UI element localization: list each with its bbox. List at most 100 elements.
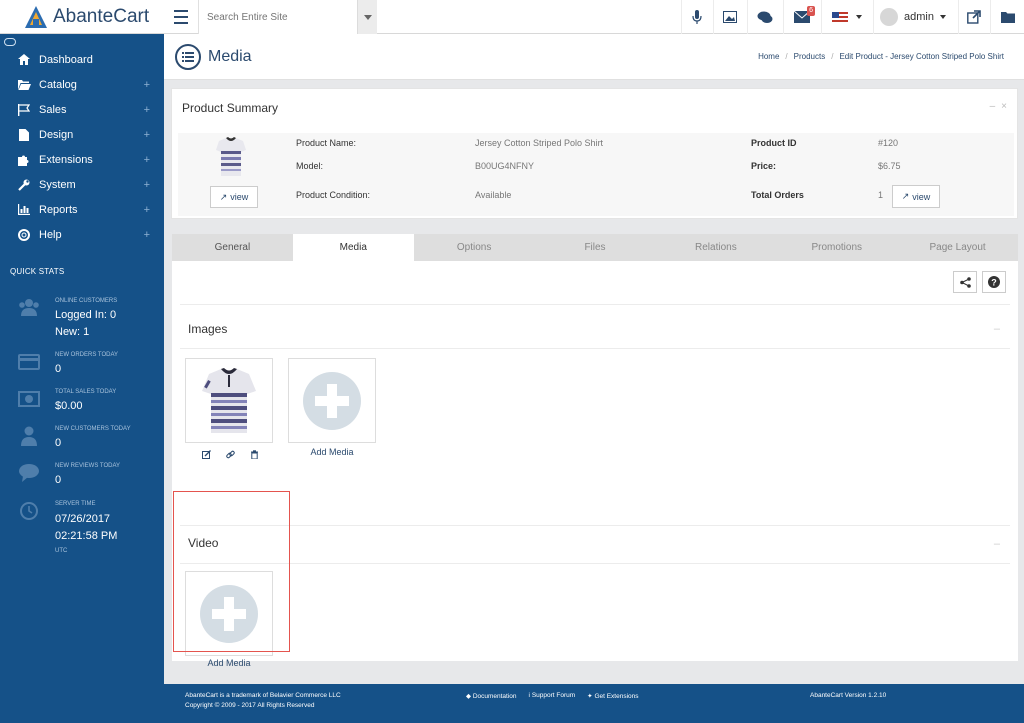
footer-version: AbanteCart Version 1.2.10 — [810, 692, 887, 699]
footer: AbanteCart is a trademark of Belavier Co… — [164, 684, 1024, 723]
product-tabs: General Media Options Files Relations Pr… — [172, 234, 1018, 261]
microphone-button[interactable] — [681, 0, 711, 34]
sidebar-item-help[interactable]: Help + — [0, 222, 164, 247]
product-summary-title: Product Summary — [182, 101, 279, 115]
stat-label: TOTAL SALES TODAY — [55, 389, 117, 395]
menu-toggle-button[interactable] — [170, 7, 192, 27]
sidebar-item-reports[interactable]: Reports + — [0, 197, 164, 222]
tab-files[interactable]: Files — [535, 234, 656, 261]
stat-label: NEW REVIEWS TODAY — [55, 463, 121, 469]
search-input[interactable] — [199, 0, 358, 34]
sidebar-collapse-toggle[interactable] — [4, 38, 16, 46]
stat-server-time: SERVER TIME 07/26/2017 02:21:58 PM UTC — [0, 499, 164, 559]
footer-trademark: AbanteCart is a trademark of Belavier Co… — [185, 692, 341, 699]
page-header: Media Home / Products / Edit Product - J… — [164, 34, 1024, 80]
trash-icon[interactable] — [250, 450, 259, 459]
top-bar: AbanteCart 6 admin — [0, 0, 1024, 34]
condition-value: Available — [475, 190, 512, 200]
sidebar-item-dashboard[interactable]: Dashboard — [0, 47, 164, 72]
tab-relations[interactable]: Relations — [655, 234, 776, 261]
product-summary-panel: Product Summary – × ↗ view Product Name:… — [171, 88, 1018, 219]
sidebar-item-label: Help — [39, 228, 62, 241]
messages-badge: 6 — [807, 6, 815, 16]
clock-icon — [20, 502, 38, 520]
help-button[interactable]: ? — [982, 271, 1006, 293]
tab-general[interactable]: General — [172, 234, 293, 261]
view-orders-button[interactable]: ↗ view — [892, 185, 940, 208]
add-image-label[interactable]: Add Media — [288, 447, 376, 457]
avatar — [880, 8, 898, 26]
puzzle-icon: ✦ — [587, 693, 593, 700]
lifebuoy-icon — [17, 228, 31, 241]
expand-icon: + — [143, 203, 150, 216]
caret-down-icon — [939, 15, 946, 19]
close-icon[interactable]: × — [1001, 101, 1007, 112]
product-name-value: Jersey Cotton Striped Polo Shirt — [475, 138, 604, 148]
stat-new-reviews: NEW REVIEWS TODAY 0 — [0, 461, 164, 495]
total-orders-label: Total Orders — [751, 190, 804, 200]
home-icon — [17, 54, 31, 66]
price-value: $6.75 — [878, 161, 901, 171]
footer-link-label: Documentation — [472, 693, 517, 700]
sidebar-item-system[interactable]: System + — [0, 172, 164, 197]
image-icon — [722, 11, 737, 23]
video-minimize-icon[interactable]: – — [994, 538, 1000, 550]
tab-media[interactable]: Media — [292, 234, 414, 261]
sidebar-item-label: Reports — [39, 203, 78, 216]
stat-value: 0 — [55, 437, 62, 449]
us-flag-icon — [831, 12, 848, 22]
sidebar-item-label: System — [39, 178, 76, 191]
sidebar-item-design[interactable]: Design + — [0, 122, 164, 147]
product-image-thumbnail[interactable] — [185, 358, 273, 443]
users-icon — [19, 299, 39, 316]
share-button[interactable] — [953, 271, 977, 293]
stat-new-customers: NEW CUSTOMERS TODAY 0 — [0, 424, 164, 458]
footer-extensions-link[interactable]: ✦ Get Extensions — [587, 692, 638, 700]
tab-promotions[interactable]: Promotions — [776, 234, 897, 261]
logo[interactable]: AbanteCart — [0, 0, 164, 34]
info-icon: i — [528, 692, 530, 699]
add-video-label[interactable]: Add Media — [185, 658, 273, 668]
footer-documentation-link[interactable]: ◆ Documentation — [466, 692, 517, 700]
link-icon[interactable] — [226, 450, 235, 459]
sidebar-item-label: Dashboard — [39, 53, 93, 66]
page-title: Media — [208, 48, 252, 65]
stat-label: NEW ORDERS TODAY — [55, 352, 119, 358]
breadcrumb-separator: / — [831, 52, 834, 61]
tab-page-layout[interactable]: Page Layout — [897, 234, 1018, 261]
breadcrumb-home[interactable]: Home — [758, 52, 779, 61]
user-menu[interactable]: admin — [873, 0, 958, 34]
product-summary-body: ↗ view Product Name: Jersey Cotton Strip… — [178, 133, 1014, 216]
search-dropdown-button[interactable] — [357, 0, 377, 34]
comment-icon — [19, 464, 39, 482]
sidebar-item-sales[interactable]: Sales + — [0, 97, 164, 122]
user-icon — [21, 426, 37, 446]
add-image-button[interactable] — [288, 358, 376, 443]
messages-button[interactable]: 6 — [783, 0, 819, 34]
images-minimize-icon[interactable]: – — [994, 323, 1000, 335]
condition-label: Product Condition: — [296, 190, 371, 200]
open-storefront-button[interactable] — [958, 0, 988, 34]
language-selector[interactable] — [821, 0, 871, 34]
model-value: B00UG4NFNY — [475, 161, 535, 171]
sidebar-item-catalog[interactable]: Catalog + — [0, 72, 164, 97]
minimize-icon[interactable]: – — [990, 101, 996, 112]
media-manager-button[interactable] — [713, 0, 745, 34]
edit-icon[interactable] — [202, 450, 211, 459]
view-product-button[interactable]: ↗ view — [210, 186, 258, 208]
folder-icon — [1000, 12, 1015, 23]
stat-logged-in: Logged In: 0 — [55, 309, 117, 321]
abantecart-logo-icon — [25, 6, 47, 28]
file-manager-button[interactable] — [990, 0, 1024, 34]
polo-shirt-image — [202, 367, 256, 433]
footer-support-link[interactable]: i Support Forum — [529, 692, 576, 700]
stat-value: 0 — [55, 474, 62, 486]
chat-button[interactable] — [747, 0, 781, 34]
tab-options[interactable]: Options — [414, 234, 535, 261]
product-thumbnail[interactable] — [215, 137, 247, 177]
breadcrumb-products[interactable]: Products — [794, 52, 826, 61]
stat-new: New: 1 — [55, 326, 90, 338]
price-label: Price: — [751, 161, 777, 171]
sidebar-item-extensions[interactable]: Extensions + — [0, 147, 164, 172]
total-orders-value: 1 — [878, 190, 884, 200]
